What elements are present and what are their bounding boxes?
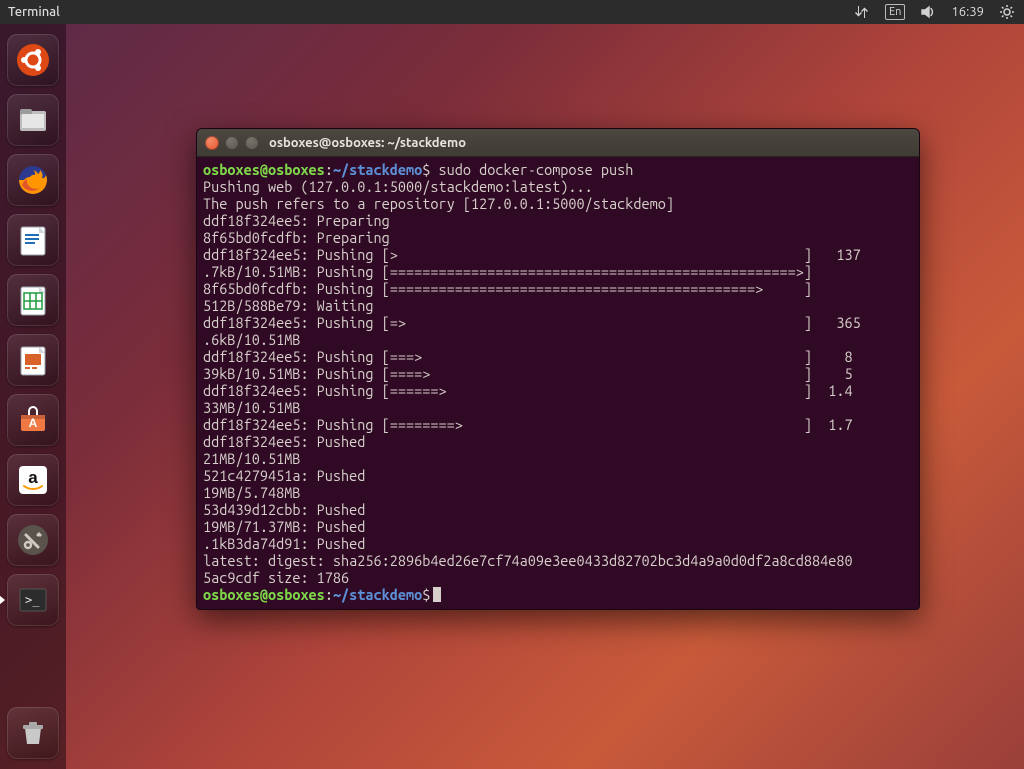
svg-text:a: a (28, 468, 38, 487)
maximize-icon[interactable] (245, 136, 259, 150)
prompt-path: ~/stackdemo (333, 586, 422, 603)
prompt-user-host: osboxes@osboxes (203, 586, 325, 603)
launcher-libreoffice-impress[interactable] (7, 334, 59, 386)
terminal-line: osboxes@osboxes:~/stackdemo$ (203, 586, 913, 603)
terminal-line: 53d439d12cbb: Pushed (203, 501, 913, 518)
prompt-user-host: osboxes@osboxes (203, 161, 325, 178)
svg-text:>_: >_ (25, 593, 40, 607)
window-title: osboxes@osboxes: ~/stackdemo (269, 136, 466, 150)
minimize-icon[interactable] (225, 136, 239, 150)
gear-icon[interactable] (998, 3, 1016, 21)
launcher-files-nautilus[interactable] (7, 94, 59, 146)
prompt-path: ~/stackdemo (333, 161, 422, 178)
terminal-line: .7kB/10.51MB: Pushing [=================… (203, 263, 913, 280)
terminal-line: .6kB/10.51MB (203, 331, 913, 348)
keyboard-lang-indicator[interactable]: En (885, 4, 905, 20)
terminal-line: ddf18f324ee5: Pushing [========> ] 1.7 (203, 416, 913, 433)
terminal-line: 39kB/10.51MB: Pushing [====> ] 5 (203, 365, 913, 382)
terminal-line: 8f65bd0fcdfb: Preparing (203, 229, 913, 246)
terminal-line: 512B/588Be79: Waiting (203, 297, 913, 314)
launcher-system-settings[interactable] (7, 514, 59, 566)
launcher-ubuntu-software[interactable]: A (7, 394, 59, 446)
close-icon[interactable] (205, 136, 219, 150)
svg-text:A: A (29, 416, 38, 430)
launcher-ubuntu-dash[interactable] (7, 34, 59, 86)
launcher: Aa >_ (0, 24, 66, 769)
terminal-line: The push refers to a repository [127.0.0… (203, 195, 913, 212)
launcher-libreoffice-calc[interactable] (7, 274, 59, 326)
system-tray: En 16:39 (853, 3, 1016, 21)
terminal-line: 19MB/5.748MB (203, 484, 913, 501)
terminal-line: 8f65bd0fcdfb: Pushing [=================… (203, 280, 913, 297)
terminal-line: Pushing web (127.0.0.1:5000/stackdemo:la… (203, 178, 913, 195)
terminal-window: osboxes@osboxes: ~/stackdemo osboxes@osb… (196, 128, 920, 610)
active-app-title: Terminal (8, 5, 60, 19)
launcher-trash[interactable] (7, 707, 59, 759)
launcher-firefox[interactable] (7, 154, 59, 206)
command-text: sudo docker-compose push (430, 161, 633, 178)
cursor (433, 587, 441, 602)
launcher-amazon[interactable]: a (7, 454, 59, 506)
terminal-line: ddf18f324ee5: Pushing [> ] 137 (203, 246, 913, 263)
terminal-body[interactable]: osboxes@osboxes:~/stackdemo$ sudo docker… (197, 157, 919, 610)
terminal-line: 33MB/10.51MB (203, 399, 913, 416)
terminal-line: latest: digest: sha256:2896b4ed26e7cf74a… (203, 552, 913, 569)
terminal-line: 5ac9cdf size: 1786 (203, 569, 913, 586)
terminal-line: 19MB/71.37MB: Pushed (203, 518, 913, 535)
terminal-line: ddf18f324ee5: Preparing (203, 212, 913, 229)
window-titlebar[interactable]: osboxes@osboxes: ~/stackdemo (197, 129, 919, 157)
top-panel: Terminal En 16:39 (0, 0, 1024, 24)
terminal-line: ddf18f324ee5: Pushing [=> ] 365 (203, 314, 913, 331)
sound-icon[interactable] (919, 3, 937, 21)
terminal-line: .1kB3da74d91: Pushed (203, 535, 913, 552)
terminal-line: ddf18f324ee5: Pushing [======> ] 1.4 (203, 382, 913, 399)
terminal-line: 521c4279451a: Pushed (203, 467, 913, 484)
terminal-line: 21MB/10.51MB (203, 450, 913, 467)
network-icon[interactable] (853, 3, 871, 21)
clock[interactable]: 16:39 (951, 5, 984, 19)
launcher-libreoffice-writer[interactable] (7, 214, 59, 266)
terminal-line: ddf18f324ee5: Pushed (203, 433, 913, 450)
launcher-terminal[interactable]: >_ (7, 574, 59, 626)
terminal-line: ddf18f324ee5: Pushing [===> ] 8 (203, 348, 913, 365)
terminal-line: osboxes@osboxes:~/stackdemo$ sudo docker… (203, 161, 913, 178)
